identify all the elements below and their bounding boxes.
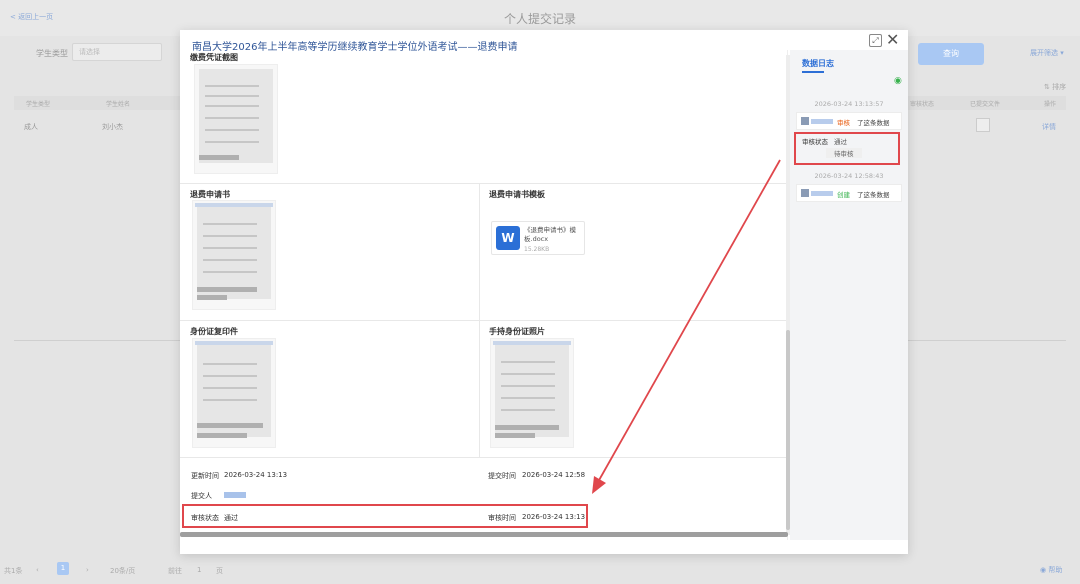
- table-header-cell: 学生类型: [26, 101, 51, 108]
- help-label: 帮助: [1048, 566, 1063, 574]
- id-photo-image[interactable]: [490, 338, 574, 448]
- expand-filter-link[interactable]: 展开筛选 ▾: [1030, 48, 1064, 58]
- table-header-cell: 已提交文件: [970, 101, 1001, 108]
- table-header-cell: 学生姓名: [106, 101, 131, 108]
- avatar: [801, 117, 809, 125]
- tab-data-log[interactable]: 数据日志: [802, 58, 834, 69]
- file-size: 15.28KB: [524, 246, 550, 253]
- submitter-label: 提交人: [191, 492, 212, 500]
- page-title: 个人提交记录: [503, 12, 576, 26]
- file-name: 《退费申请书》模板.docx: [524, 226, 576, 243]
- data-log-panel: 数据日志 ◉ 2026-03-24 13:13:57 审核 了这条数据 审核状态…: [790, 50, 908, 540]
- id-copy-image[interactable]: [192, 338, 276, 448]
- table-cell-name: 刘小杰: [102, 123, 123, 131]
- log-entry: 审核 了这条数据: [796, 112, 902, 130]
- help-icon: ◉: [1040, 566, 1047, 574]
- row-detail-link[interactable]: 详情: [1042, 122, 1056, 132]
- tab-underline: [802, 71, 824, 73]
- filter-label: 学生类型: [36, 49, 68, 58]
- submit-time-label: 提交时间: [488, 472, 516, 480]
- pager-page-suffix: 页: [216, 567, 223, 575]
- submit-time-value: 2026-03-24 12:58: [522, 471, 586, 479]
- pager-current-page[interactable]: 1: [57, 562, 69, 575]
- log-action: 创建: [837, 191, 850, 199]
- refund-application-label: 退费申请书: [190, 190, 230, 199]
- update-time-value: 2026-03-24 13:13: [224, 471, 288, 479]
- sort-button[interactable]: ⇅ 排序: [1044, 82, 1066, 92]
- table-header-cell: 审核状态: [910, 101, 935, 108]
- log-action: 审核: [837, 119, 850, 127]
- payment-receipt-label: 缴费凭证截图: [190, 53, 238, 62]
- refund-application-image[interactable]: [192, 200, 276, 310]
- log-user-name: [811, 191, 833, 196]
- eye-icon[interactable]: ◉: [894, 76, 902, 86]
- query-button[interactable]: 查询: [918, 43, 984, 65]
- pager-size-select[interactable]: 20条/页: [110, 566, 135, 576]
- update-time-label: 更新时间: [191, 472, 219, 480]
- log-user-name: [811, 119, 833, 124]
- pager-prev-icon[interactable]: ‹: [36, 566, 39, 574]
- pager-goto-input[interactable]: 1: [197, 566, 201, 574]
- horizontal-scrollbar[interactable]: [180, 532, 788, 537]
- log-entry: 创建 了这条数据: [796, 184, 902, 202]
- close-icon[interactable]: ✕: [886, 30, 899, 50]
- pager-next-icon[interactable]: ›: [86, 566, 89, 574]
- form-detail-pane[interactable]: 缴费凭证截图 退费申请书 退费申请书模板 W 《退费申请书》模板.docx 15…: [180, 50, 788, 540]
- refund-template-file[interactable]: W 《退费申请书》模板.docx 15.28KB: [491, 221, 585, 255]
- log-time: 2026-03-24 13:13:57: [814, 100, 884, 108]
- table-cell-type: 成人: [24, 123, 38, 131]
- refund-detail-modal: 南昌大学2026年上半年高等学历继续教育学士学位外语考试——退费申请 ⤢ ✕ 缴…: [180, 30, 908, 554]
- avatar: [801, 189, 809, 197]
- log-text: 了这条数据: [857, 119, 890, 127]
- student-type-select[interactable]: 请选择: [72, 43, 162, 61]
- payment-receipt-image[interactable]: [194, 64, 278, 174]
- row-checkbox[interactable]: [976, 118, 990, 132]
- pager-goto-label: 前往: [168, 567, 182, 575]
- log-text: 了这条数据: [857, 191, 890, 199]
- log-change-highlight: [794, 132, 900, 165]
- submitter-name: [224, 492, 246, 498]
- review-status-highlight: [182, 504, 588, 528]
- log-time: 2026-03-24 12:58:43: [814, 172, 884, 180]
- pager-total: 共1条: [4, 567, 23, 575]
- table-header-cell: 操作: [1044, 101, 1057, 108]
- help-link[interactable]: ◉ 帮助: [1040, 565, 1062, 575]
- refund-template-label: 退费申请书模板: [489, 190, 545, 199]
- id-photo-label: 手持身份证照片: [489, 327, 545, 336]
- fullscreen-icon[interactable]: ⤢: [869, 34, 882, 47]
- id-copy-label: 身份证复印件: [190, 327, 238, 336]
- word-doc-icon: W: [496, 226, 520, 250]
